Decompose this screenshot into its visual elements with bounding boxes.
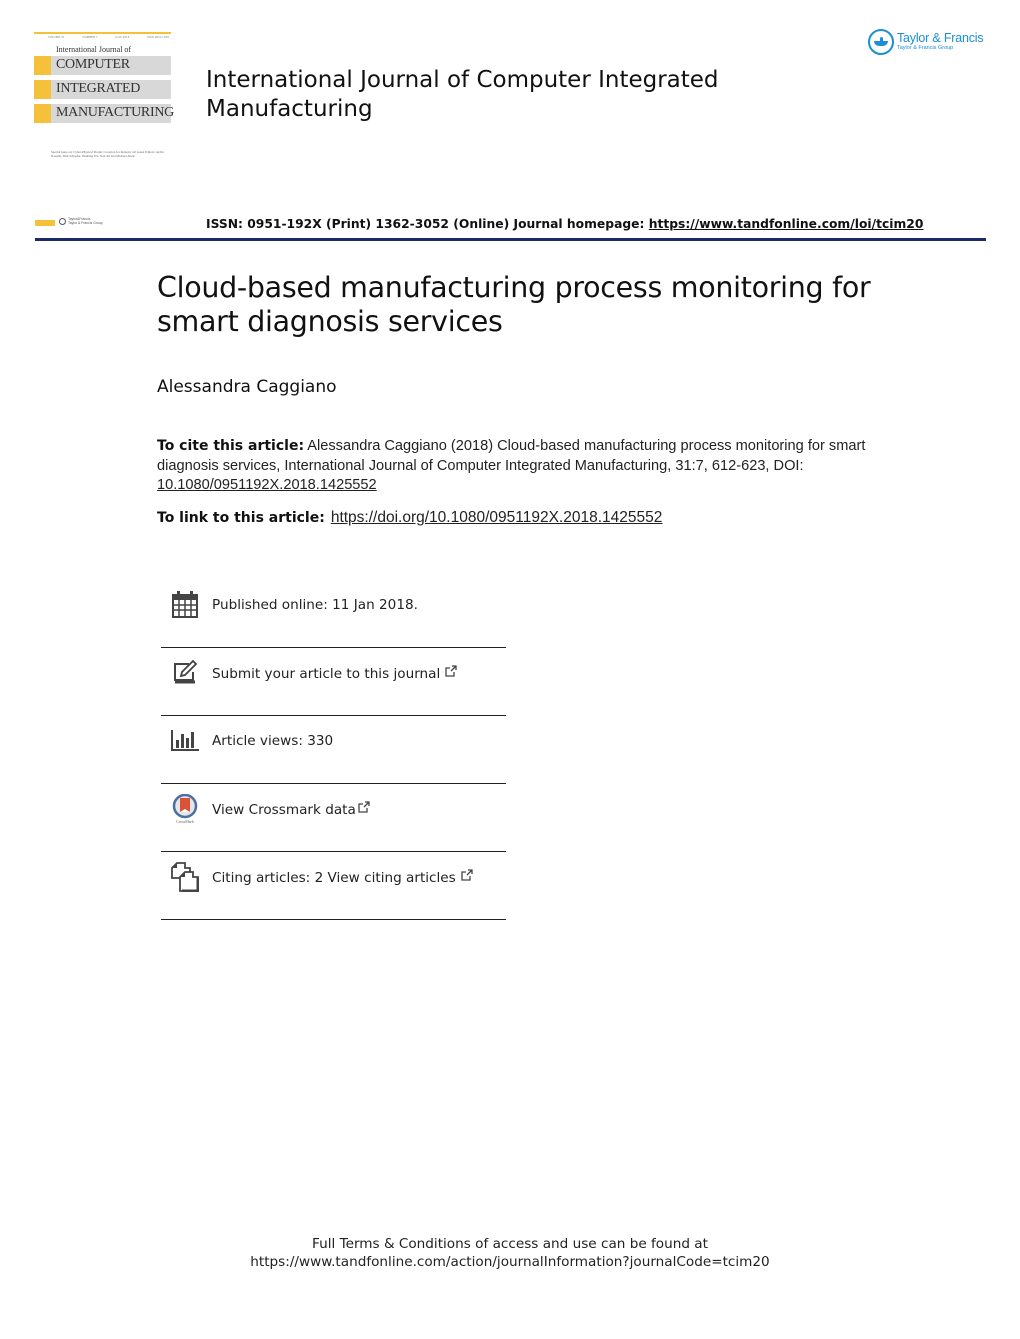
citing-articles-link[interactable]: Citing articles: 2 View citing articles (212, 870, 456, 886)
footer-terms-url[interactable]: https://www.tandfonline.com/action/journ… (0, 1253, 1020, 1271)
terms-footer: Full Terms & Conditions of access and us… (0, 1235, 1020, 1271)
info-item-views: Article views: 330 (161, 716, 506, 784)
external-link-icon (461, 869, 473, 881)
cover-band-integrated: INTEGRATED (34, 80, 171, 99)
info-item-citing[interactable]: Citing articles: 2 View citing articles (161, 852, 506, 920)
cover-band-manufacturing: MANUFACTURING (34, 104, 174, 123)
issn-row: ISSN: 0951-192X (Print) 1362-3052 (Onlin… (206, 217, 923, 231)
footer-line-1: Full Terms & Conditions of access and us… (312, 1236, 708, 1252)
crossmark-link[interactable]: View Crossmark data (212, 802, 356, 818)
cover-band-computer: COMPUTER (34, 56, 171, 75)
journal-cover: VOLUME 31 NUMBER 7 JULY 2018 ISSN 0951-1… (34, 32, 174, 172)
header-divider (35, 238, 986, 241)
journal-homepage-link[interactable]: https://www.tandfonline.com/loi/tcim20 (649, 217, 924, 231)
publisher-name: Taylor & Francis (897, 31, 984, 45)
submit-article-link[interactable]: Submit your article to this journal (212, 666, 440, 682)
mini-accent-bar (35, 220, 55, 226)
cover-meta: VOLUME 31 NUMBER 7 JULY 2018 ISSN 0951-1… (48, 36, 169, 39)
svg-text:CrossMark: CrossMark (176, 819, 194, 824)
edit-icon (174, 659, 198, 684)
bar-chart-icon (171, 730, 199, 751)
citation-block: To cite this article: Alessandra Caggian… (157, 437, 877, 496)
cover-special-issue: Special issue on: Cyber-Physical Product… (51, 150, 164, 158)
issn-text: ISSN: 0951-192X (Print) 1362-3052 (Onlin… (206, 217, 649, 231)
article-author: Alessandra Caggiano (157, 377, 337, 397)
crossmark-icon: CrossMark (172, 794, 198, 824)
external-link-icon (358, 801, 370, 813)
info-item-crossmark[interactable]: CrossMark View Crossmark data (161, 784, 506, 852)
info-item-published: Published online: 11 Jan 2018. (161, 580, 506, 648)
cover-intl-label: International Journal of (56, 45, 132, 54)
article-title: Cloud-based manufacturing process monito… (157, 271, 871, 338)
article-doi-url[interactable]: https://doi.org/10.1080/0951192X.2018.14… (331, 509, 663, 526)
publisher-group: Taylor & Francis Group (897, 45, 954, 51)
external-link-icon (445, 665, 457, 677)
cover-top-bar (34, 32, 171, 34)
journal-title: International Journal of Computer Integr… (206, 67, 719, 122)
citing-articles-icon (171, 862, 199, 892)
mini-lamp-icon (59, 217, 66, 225)
article-views: Article views: 330 (212, 733, 334, 749)
lamp-icon (868, 29, 894, 55)
article-info-list: Published online: 11 Jan 2018. Submit yo… (161, 580, 506, 920)
cite-label: To cite this article: (157, 438, 305, 454)
link-label: To link to this article: (157, 510, 325, 526)
publisher-logo: Taylor & Francis Taylor & Francis Group (868, 29, 984, 55)
published-date: Published online: 11 Jan 2018. (212, 597, 418, 613)
info-item-submit[interactable]: Submit your article to this journal (161, 648, 506, 716)
mini-publisher-logo: Taylor&Francis Taylor & Francis Group (59, 217, 103, 225)
article-link-row: To link to this article: https://doi.org/… (157, 509, 662, 527)
doi-link[interactable]: 10.1080/0951192X.2018.1425552 (157, 477, 377, 493)
calendar-icon (172, 591, 198, 618)
